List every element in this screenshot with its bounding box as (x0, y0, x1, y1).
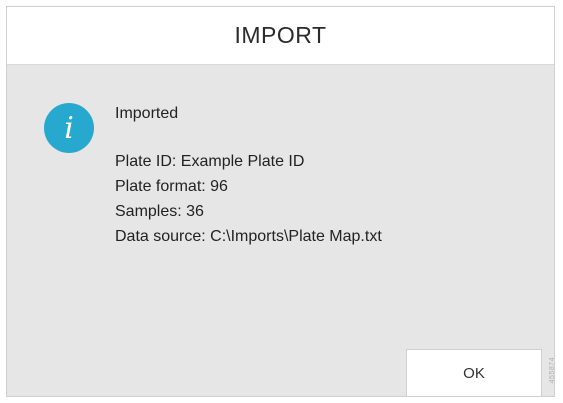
info-icon-glyph: i (64, 111, 74, 146)
message-heading: Imported (115, 105, 179, 122)
info-icon: i (44, 103, 94, 153)
plate-id-line: Plate ID: Example Plate ID (115, 153, 305, 170)
ok-button[interactable]: OK (406, 349, 542, 397)
import-dialog: IMPORT i Imported Plate ID: Example Plat… (6, 6, 555, 397)
dialog-title: IMPORT (234, 22, 327, 48)
figure-id-watermark: 455874 (549, 357, 556, 384)
dialog-title-bar: IMPORT (7, 7, 554, 65)
samples-line: Samples: 36 (115, 203, 204, 220)
dialog-message: Imported Plate ID: Example Plate ID Plat… (115, 101, 382, 249)
data-source-line: Data source: C:\Imports\Plate Map.txt (115, 228, 382, 245)
plate-format-line: Plate format: 96 (115, 178, 228, 195)
